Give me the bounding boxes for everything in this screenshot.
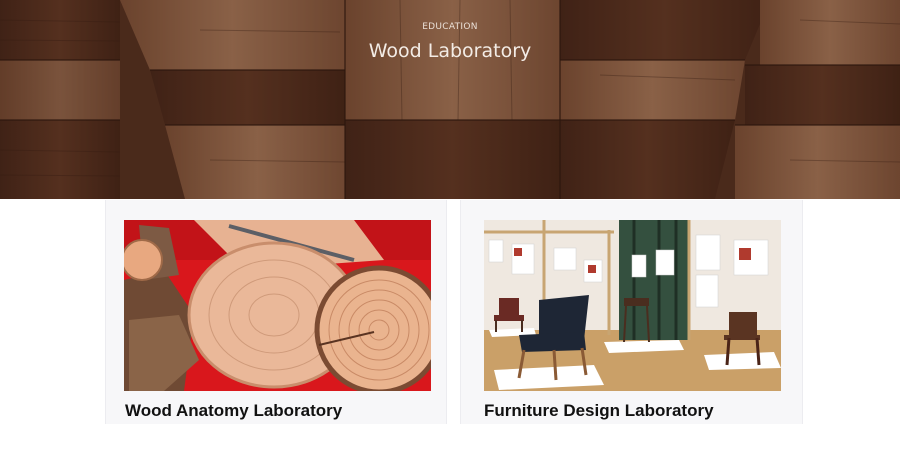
card-furniture-design[interactable]: Furniture Design Laboratory <box>460 200 803 424</box>
card-title[interactable]: Furniture Design Laboratory <box>484 401 714 421</box>
wood-cross-sections-image[interactable] <box>124 220 431 391</box>
page-title: Wood Laboratory <box>368 40 532 62</box>
chair-exhibition-image[interactable] <box>484 220 781 391</box>
card-title[interactable]: Wood Anatomy Laboratory <box>125 401 342 421</box>
hero-banner: EDUCATION Wood Laboratory <box>0 0 900 199</box>
section-eyebrow: EDUCATION <box>422 22 478 32</box>
card-wood-anatomy[interactable]: Wood Anatomy Laboratory <box>105 200 447 424</box>
